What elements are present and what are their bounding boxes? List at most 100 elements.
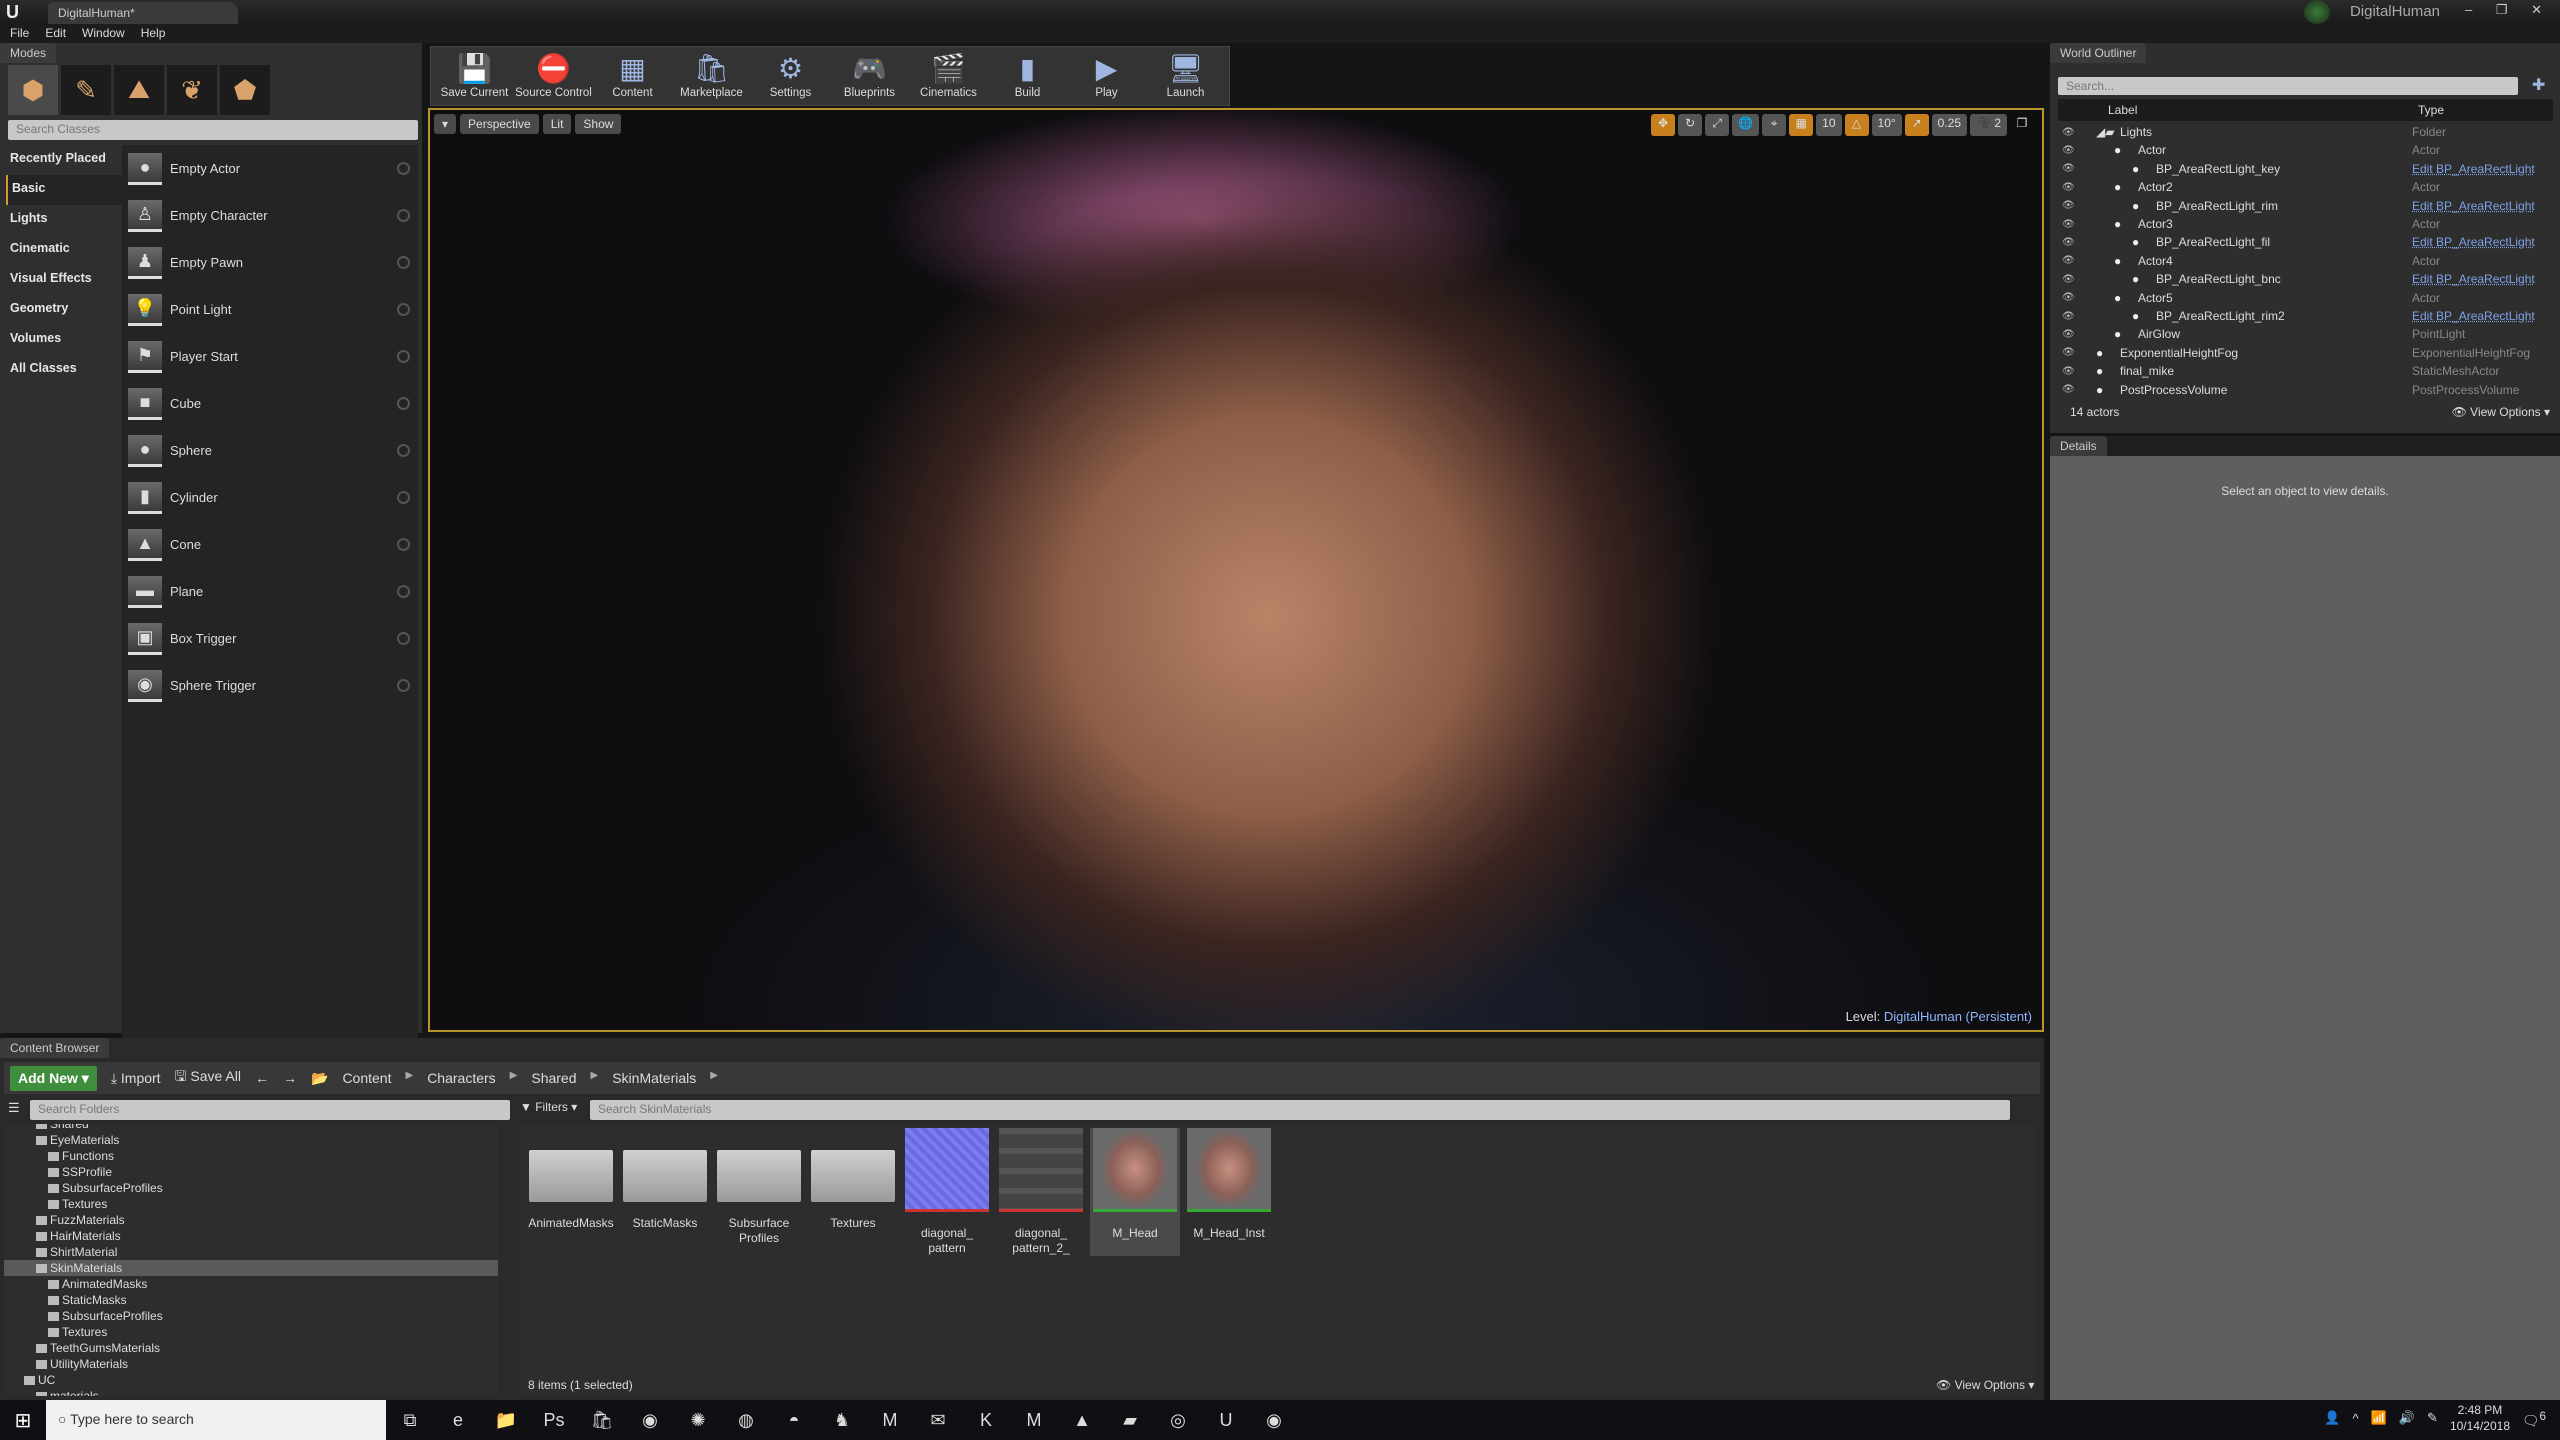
asset-tile[interactable]: Subsurface Profiles [714,1128,804,1246]
mail-icon[interactable]: ✉ [914,1410,962,1431]
people-icon[interactable]: 👤 [2324,1410,2340,1426]
lit-button[interactable]: Lit [542,114,572,134]
k-app-icon[interactable]: K [962,1410,1010,1431]
save-all-button[interactable]: 🖫 Save All [175,1066,241,1090]
world-space-icon[interactable]: 🌐 [1732,114,1760,136]
placeable-item[interactable]: ♟ Empty Pawn [122,239,418,286]
breadcrumb-separator-icon[interactable]: ▶ [591,1070,599,1086]
visibility-eye-icon[interactable]: 👁 [2062,255,2076,266]
file-explorer-icon[interactable]: 📁 [482,1410,530,1431]
help-icon[interactable] [397,303,410,316]
placeable-item[interactable]: ▲ Cone [122,521,418,568]
folder-tree-item[interactable]: HairMaterials [4,1228,498,1244]
world-outliner-tab[interactable]: World Outliner [2050,43,2147,63]
viewport-options-button[interactable]: ▾ [434,114,457,134]
asset-tile[interactable]: diagonal_ pattern [902,1128,992,1256]
app-red-icon[interactable]: ◍ [722,1410,770,1431]
scale-snap-icon[interactable]: ↗ [1904,114,1929,136]
store-icon[interactable]: 🛍 [578,1410,626,1431]
details-tab[interactable]: Details [2050,436,2107,456]
help-icon[interactable] [397,538,410,551]
help-icon[interactable] [397,162,410,175]
volume-icon[interactable]: 🔊 [2399,1410,2415,1426]
category-basic[interactable]: Basic [6,175,122,205]
outliner-row[interactable]: 👁 ● Actor5 Actor [2058,289,2548,307]
category-volumes[interactable]: Volumes [6,325,122,355]
folder-tree-item[interactable]: AnimatedMasks [4,1276,498,1292]
folder-tree-item[interactable]: Functions [4,1148,498,1164]
edge-icon[interactable]: e [434,1410,482,1431]
camera-speed[interactable]: 🎥 2 [1970,114,2007,136]
folder-tree-item[interactable]: SSProfile [4,1164,498,1180]
outliner-row[interactable]: 👁 ● BP_AreaRectLight_fil Edit BP_AreaRectLi… [2058,233,2548,251]
app-blue-icon[interactable]: ✺ [674,1410,722,1431]
pen-icon[interactable]: ✎ [2427,1410,2438,1426]
content-browser-tab[interactable]: Content Browser [0,1038,110,1058]
grid-snap-value[interactable]: 10 [1816,114,1842,136]
help-icon[interactable] [397,632,410,645]
toolbar-marketplace-button[interactable]: 🛍 Marketplace [672,51,751,101]
filters-button[interactable]: ▼ Filters ▾ [520,1100,577,1114]
outliner-row[interactable]: 👁 ● BP_AreaRectLight_bnc Edit BP_AreaRectLi… [2058,270,2548,288]
notifications-icon[interactable]: 🗨6 [2522,1410,2546,1430]
toolbar-content-button[interactable]: ▦ Content [593,51,672,101]
outliner-row[interactable]: 👁 ● final_mike StaticMeshActor [2058,362,2548,380]
forward-icon[interactable]: → [283,1070,297,1086]
asset-tile[interactable]: diagonal_ pattern_2_ [996,1128,1086,1256]
unreal-icon[interactable]: U [1202,1410,1250,1431]
wifi-icon[interactable]: 📶 [2371,1410,2387,1426]
breadcrumb-separator-icon[interactable]: ▶ [405,1070,413,1086]
modes-tab[interactable]: Modes [0,43,57,63]
folder-tree-item[interactable]: StaticMasks [4,1292,498,1308]
show-button[interactable]: Show [575,114,622,134]
placeable-item[interactable]: ● Empty Actor [122,145,418,192]
category-geometry[interactable]: Geometry [6,295,122,325]
translate-icon[interactable]: ✥ [1651,114,1676,136]
breadcrumb-separator-icon[interactable]: ▶ [710,1070,718,1086]
visibility-eye-icon[interactable]: 👁 [2062,311,2076,322]
placeable-item[interactable]: 💡 Point Light [122,286,418,333]
folder-tree-item[interactable]: Shared [4,1124,498,1132]
menu-edit[interactable]: Edit [45,26,66,41]
help-icon[interactable] [397,585,410,598]
landscape-mode-icon[interactable]: ⛰ [114,65,164,115]
place-mode-icon[interactable]: ⬢ [8,65,58,115]
surface-snap-icon[interactable]: ⌖ [1762,114,1787,136]
outliner-row[interactable]: 👁 ● BP_AreaRectLight_rim Edit BP_AreaRectLi… [2058,197,2548,215]
placeable-item[interactable]: ◉ Sphere Trigger [122,662,418,709]
search-classes-input[interactable]: Search Classes [8,120,418,140]
app-dark-icon[interactable]: ◓ [770,1410,818,1431]
rotation-snap-value[interactable]: 10° [1871,114,1902,136]
type-column-header[interactable]: Type [2418,103,2444,117]
outliner-row[interactable]: 👁 ● ExponentialHeightFog ExponentialHeightF… [2058,344,2548,362]
import-button[interactable]: ⤓ Import [111,1070,161,1087]
clock[interactable]: 2:48 PM 10/14/2018 [2450,1402,2510,1434]
asset-tile[interactable]: M_Head [1090,1128,1180,1256]
app-figure-icon[interactable]: ♞ [818,1410,866,1431]
add-folder-icon[interactable]: ✚ [2532,75,2545,95]
placeable-item[interactable]: ▬ Plane [122,568,418,615]
breadcrumb-characters[interactable]: Characters [427,1070,495,1086]
menu-help[interactable]: Help [141,26,166,41]
visibility-eye-icon[interactable]: 👁 [2062,145,2076,156]
folder-tree-item[interactable]: Textures [4,1324,498,1340]
visibility-eye-icon[interactable]: 👁 [2062,163,2076,174]
search-assets-input[interactable]: Search SkinMaterials [590,1100,2010,1120]
category-cinematic[interactable]: Cinematic [6,235,122,265]
outliner-search-input[interactable]: Search... [2058,77,2518,95]
folder-tree-item[interactable]: SubsurfaceProfiles [4,1180,498,1196]
perspective-button[interactable]: Perspective [460,114,539,134]
toolbar-settings-button[interactable]: ⚙ Settings [751,51,830,101]
photoshop-icon[interactable]: Ps [530,1410,578,1431]
toolbar-cinematics-button[interactable]: 🎬 Cinematics [909,51,988,101]
outliner-row[interactable]: 👁 ● Actor3 Actor [2058,215,2548,233]
visibility-eye-icon[interactable]: 👁 [2062,366,2076,377]
help-icon[interactable] [397,397,410,410]
visibility-eye-icon[interactable]: 👁 [2062,292,2076,303]
label-column-header[interactable]: Label [2108,103,2137,117]
breadcrumb-skinmaterials[interactable]: SkinMaterials [612,1070,696,1086]
sticky-icon[interactable]: ▰ [1106,1410,1154,1431]
outliner-row[interactable]: 👁 ● Actor2 Actor [2058,178,2548,196]
maya-icon[interactable]: M [866,1410,914,1431]
chrome-icon[interactable]: ◉ [626,1410,674,1431]
